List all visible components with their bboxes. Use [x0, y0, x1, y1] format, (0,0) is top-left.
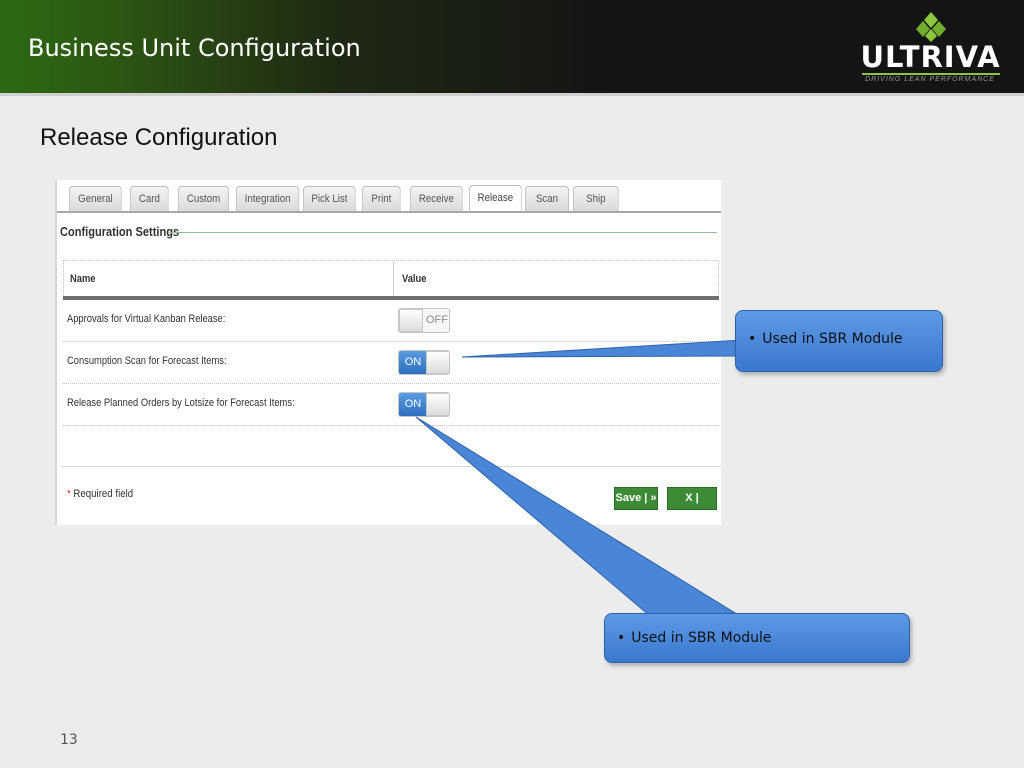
bullet-icon: •	[617, 630, 626, 646]
callout-text: Used in SBR Module	[631, 630, 772, 646]
callout-text: Used in SBR Module	[762, 331, 903, 347]
callout-sbr-module-2: • Used in SBR Module	[604, 613, 910, 663]
callout-sbr-module-1: • Used in SBR Module	[735, 310, 943, 372]
bullet-icon: •	[748, 331, 757, 347]
page-number: 13	[60, 732, 78, 748]
callout-pointer-1	[461, 339, 745, 358]
callout-pointer-2	[415, 416, 742, 617]
